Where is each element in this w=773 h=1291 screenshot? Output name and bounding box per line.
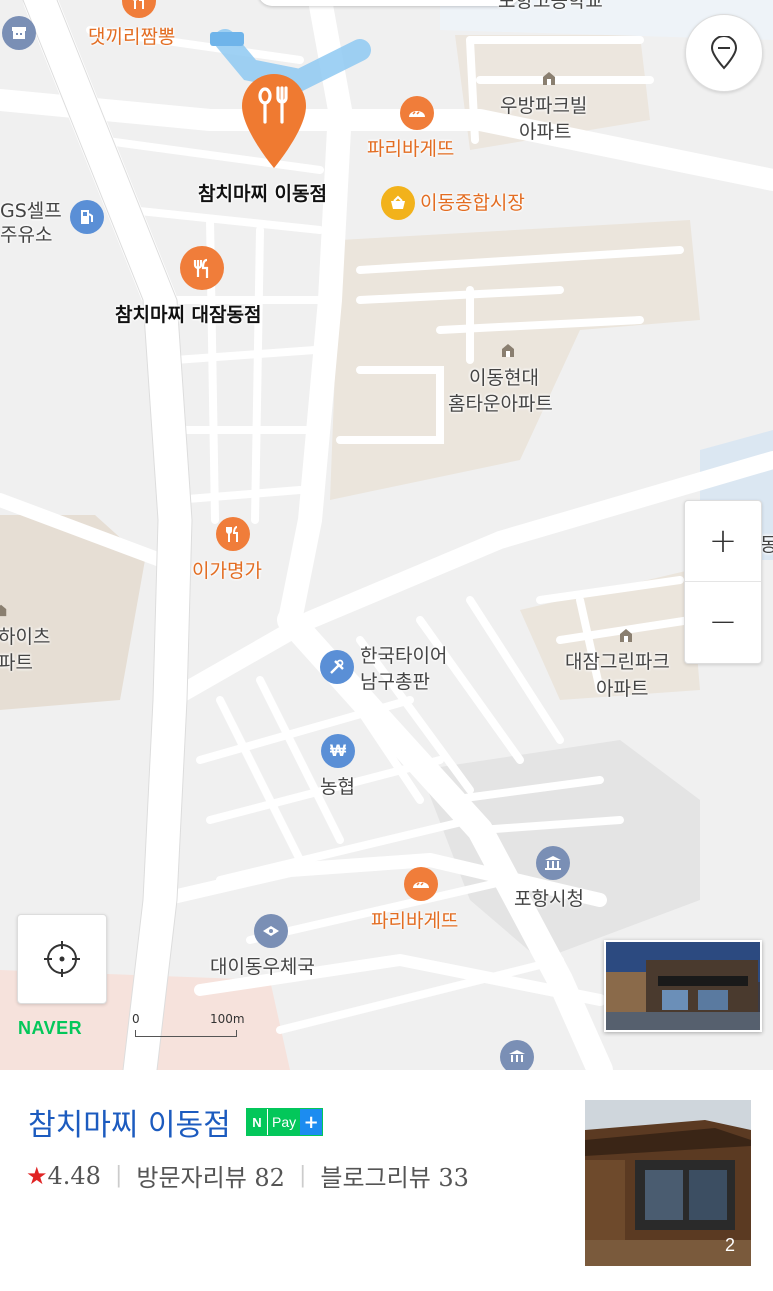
scale-bar: 0 100m [130,1012,250,1042]
label-datkkiri[interactable]: 댓끼리짬뽕 [88,24,175,50]
label-hyundai-2[interactable]: 홈타운아파트 [448,391,553,417]
npay-pay: Pay [267,1109,301,1135]
label-idong-market[interactable]: 이동종합시장 [420,190,525,216]
scale-line [135,1030,237,1037]
label-hyundai-1[interactable]: 이동현대 [469,365,539,391]
label-hankook-1[interactable]: 한국타이어 [360,643,447,669]
label-gs-2[interactable]: 주유소 [0,222,52,248]
label-heights-1[interactable]: 하이츠 [0,624,50,650]
label-daejam-green-2[interactable]: 아파트 [596,676,648,702]
label-heights-2[interactable]: 파트 [0,650,33,676]
label-paris-top[interactable]: 파리바게뜨 [367,136,454,162]
label-chamchi-idong[interactable]: 참치마찌 이동점 [198,181,327,207]
label-post-office[interactable]: 대이동우체국 [210,954,315,980]
label-nonghyup[interactable]: 농협 [320,774,355,800]
place-meta: ★ 4.48 | 방문자리뷰 82 | 블로그리뷰 33 [26,1158,469,1193]
zoom-in-button[interactable]: + [685,501,761,582]
bakery-poi-icon-bottom[interactable] [404,867,438,901]
repair-poi-icon[interactable] [320,650,354,684]
cityhall-poi-icon[interactable] [536,846,570,880]
photo-count: 2 [724,1235,735,1255]
building-icon[interactable] [2,16,36,50]
scale-end: 100m [210,1012,245,1026]
divider: | [298,1163,307,1188]
location-pin-icon [710,36,738,70]
visitor-reviews-link[interactable]: 방문자리뷰 82 [136,1158,285,1193]
apartment-icon [541,70,557,86]
market-poi-icon[interactable] [381,186,415,220]
label-school: 포항고등학교 [498,0,603,12]
label-hankook-2[interactable]: 남구총판 [360,669,430,695]
restaurant-poi-icon-daejam[interactable] [180,246,224,290]
map-view[interactable]: 포항고등학교 댓끼리짬뽕 참치마찌 이동점 파리바게뜨 이동종합시장 우방파크빌… [0,0,773,1070]
location-filter-button[interactable] [685,14,763,92]
place-photo[interactable]: 2 [585,1100,751,1266]
label-woobang-2[interactable]: 아파트 [519,119,571,145]
bakery-poi-icon[interactable] [400,96,434,130]
gas-station-icon[interactable] [70,200,104,234]
current-location-button[interactable] [17,914,107,1004]
zoom-control: + − [684,500,762,664]
npay-n: N [247,1109,267,1135]
label-daejam-green-1[interactable]: 대잠그린파크 [565,649,670,675]
crosshair-icon [44,941,80,977]
divider: | [114,1163,123,1188]
selected-place-marker[interactable] [236,70,312,170]
label-gs-1[interactable]: GS셀프 [0,198,62,224]
naver-logo: NAVER [18,1018,83,1038]
label-chamchi-daejam[interactable]: 참치마찌 대잠동점 [115,302,261,328]
cityhall-poi-icon-bottom[interactable] [500,1040,534,1070]
star-icon: ★ [26,1161,48,1190]
restaurant-marker-icon [242,74,306,168]
blog-reviews-link[interactable]: 블로그리뷰 33 [320,1158,469,1193]
apartment-icon-heights [0,602,8,617]
place-name[interactable]: 참치마찌 이동점 [28,1100,231,1144]
restaurant-poi-icon-igamyeongga[interactable] [216,517,250,551]
bank-poi-icon[interactable]: ₩ [321,734,355,768]
scale-start: 0 [132,1012,140,1026]
apartment-icon-hyundai [500,342,516,358]
npay-plus: + [300,1109,323,1135]
rating-value: 4.48 [47,1161,101,1190]
label-woobang-1[interactable]: 우방파크빌 [500,93,587,119]
zoom-out-button[interactable]: − [685,582,761,662]
post-office-poi-icon[interactable] [254,914,288,948]
street-view-image [606,942,760,1030]
label-cityhall[interactable]: 포항시청 [514,886,584,912]
apartment-icon-daejam-green [618,627,634,643]
street-view-thumbnail[interactable] [604,940,762,1032]
label-igamyeongga[interactable]: 이가명가 [192,558,262,584]
npay-badge: N Pay + [246,1108,324,1136]
search-bar-edge[interactable] [258,0,520,6]
label-paris-bottom[interactable]: 파리바게뜨 [371,908,458,934]
